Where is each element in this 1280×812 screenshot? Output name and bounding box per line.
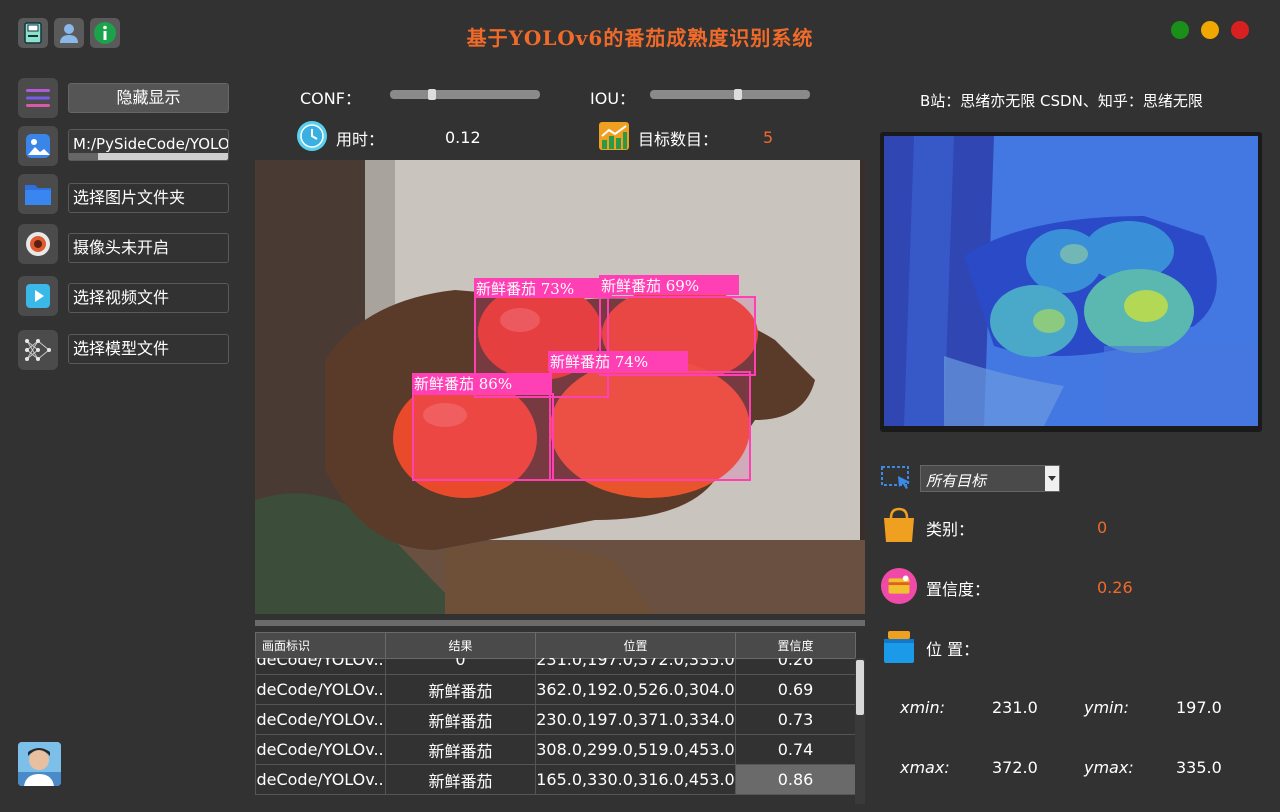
- xmax-label: xmax:: [900, 758, 950, 777]
- header-position[interactable]: 位置: [535, 632, 736, 659]
- camera-icon[interactable]: [18, 224, 58, 264]
- cell-frame-id: ideCode/YOLOv...: [255, 704, 386, 735]
- path-display: M:/PySideCode/YOLO: [68, 129, 229, 161]
- cell-frame-id: ideCode/YOLOv...: [255, 658, 386, 675]
- progress-bar: [255, 620, 865, 626]
- results-table[interactable]: 画面标识 结果 位置 置信度 ideCode/YOLOv... 0 231.0,…: [255, 632, 865, 804]
- heatmap-image[interactable]: [884, 136, 1258, 426]
- position-label: 位 置：: [926, 640, 980, 659]
- ymin-value: 197.0: [1176, 698, 1222, 717]
- ymax-value: 335.0: [1176, 758, 1222, 777]
- select-video-button[interactable]: 选择视频文件: [68, 283, 229, 313]
- cell-confidence: 0.86: [735, 764, 855, 795]
- bag-icon: [880, 506, 918, 544]
- cell-result: 0: [385, 658, 536, 675]
- table-row[interactable]: ideCode/YOLOv... 新鲜番茄 230.0,197.0,371.0,…: [255, 704, 855, 735]
- xmin-label: xmin:: [900, 698, 946, 717]
- header-confidence[interactable]: 置信度: [735, 632, 856, 659]
- table-row[interactable]: ideCode/YOLOv... 0 231.0,197.0,372.0,335…: [255, 658, 855, 675]
- detection-label: 新鲜番茄 73%: [476, 280, 575, 298]
- minimize-button[interactable]: [1201, 21, 1219, 39]
- target-dropdown[interactable]: 所有目标: [920, 465, 1060, 492]
- path-progress: [69, 153, 228, 160]
- close-button[interactable]: [1231, 21, 1249, 39]
- chart-icon: [598, 120, 630, 152]
- class-label: 类别：: [926, 520, 975, 539]
- cell-confidence: 0.73: [735, 704, 855, 735]
- detection-label: 新鲜番茄 74%: [550, 353, 649, 371]
- app-title: 基于YOLOv6的番茄成熟度识别系统: [466, 26, 814, 50]
- ymin-label: ymin:: [1084, 698, 1130, 717]
- cell-result: 新鲜番茄: [385, 704, 536, 735]
- model-icon[interactable]: [18, 330, 58, 370]
- chevron-down-icon[interactable]: [1045, 466, 1059, 491]
- time-label: 用时：: [336, 130, 385, 149]
- iou-slider-handle[interactable]: [734, 89, 742, 100]
- folder-icon[interactable]: [18, 174, 58, 214]
- cell-frame-id: ideCode/YOLOv...: [255, 674, 386, 705]
- table-row[interactable]: ideCode/YOLOv... 新鲜番茄 165.0,330.0,316.0,…: [255, 764, 855, 795]
- confidence-label: 置信度：: [926, 580, 991, 599]
- cell-confidence: 0.26: [735, 658, 855, 675]
- cell-position: 165.0,330.0,316.0,453.0: [535, 764, 736, 795]
- target-select-icon: [880, 464, 914, 492]
- select-folder-button[interactable]: 选择图片文件夹: [68, 183, 229, 213]
- cell-position: 362.0,192.0,526.0,304.0: [535, 674, 736, 705]
- xmax-value: 372.0: [992, 758, 1038, 777]
- cell-confidence: 0.74: [735, 734, 855, 765]
- cell-frame-id: ideCode/YOLOv...: [255, 764, 386, 795]
- cell-position: 230.0,197.0,371.0,334.0: [535, 704, 736, 735]
- detection-label: 新鲜番茄 69%: [601, 277, 700, 295]
- target-dropdown-value: 所有目标: [926, 472, 987, 490]
- select-model-button[interactable]: 选择模型文件: [68, 334, 229, 364]
- confidence-icon: [880, 567, 918, 605]
- detection-label: 新鲜番茄 86%: [414, 375, 513, 393]
- credit-text: B站：思绪亦无限 CSDN、知乎：思绪无限: [920, 92, 1203, 110]
- heatmap-frame: [880, 132, 1262, 432]
- count-label: 目标数目：: [638, 130, 719, 149]
- count-value: 5: [763, 128, 774, 147]
- table-header: 画面标识 结果 位置 置信度: [255, 632, 856, 659]
- iou-label: IOU：: [590, 89, 636, 108]
- image-icon[interactable]: [18, 126, 58, 166]
- iou-slider[interactable]: [650, 89, 810, 100]
- cell-confidence: 0.69: [735, 674, 855, 705]
- cell-position: 308.0,299.0,519.0,453.0: [535, 734, 736, 765]
- conf-slider-handle[interactable]: [428, 89, 436, 100]
- cell-result: 新鲜番茄: [385, 764, 536, 795]
- cell-frame-id: ideCode/YOLOv...: [255, 734, 386, 765]
- confidence-value: 0.26: [1097, 578, 1133, 597]
- table-row[interactable]: ideCode/YOLOv... 新鲜番茄 362.0,192.0,526.0,…: [255, 674, 855, 705]
- cell-position: 231.0,197.0,372.0,335.0: [535, 658, 736, 675]
- menu-icon[interactable]: [18, 78, 58, 118]
- maximize-button[interactable]: [1171, 21, 1189, 39]
- clock-icon: [296, 120, 328, 152]
- position-icon: [880, 628, 918, 666]
- detection-image[interactable]: 新鲜番茄 73% 新鲜番茄 69% 新鲜番茄 74% 新鲜番茄 86%: [255, 160, 865, 614]
- toggle-display-button[interactable]: 隐藏显示: [68, 83, 229, 113]
- table-scrollbar[interactable]: [855, 658, 865, 804]
- cell-result: 新鲜番茄: [385, 674, 536, 705]
- cell-result: 新鲜番茄: [385, 734, 536, 765]
- conf-label: CONF：: [300, 89, 361, 108]
- video-icon[interactable]: [18, 276, 58, 316]
- header-result[interactable]: 结果: [385, 632, 536, 659]
- conf-slider[interactable]: [390, 89, 540, 100]
- avatar[interactable]: [18, 742, 61, 786]
- table-row[interactable]: ideCode/YOLOv... 新鲜番茄 308.0,299.0,519.0,…: [255, 734, 855, 765]
- camera-button[interactable]: 摄像头未开启: [68, 233, 229, 263]
- xmin-value: 231.0: [992, 698, 1038, 717]
- class-value: 0: [1097, 518, 1108, 537]
- ymax-label: ymax:: [1084, 758, 1134, 777]
- time-value: 0.12: [445, 128, 481, 147]
- path-text: M:/PySideCode/YOLO: [73, 135, 229, 153]
- header-frame-id[interactable]: 画面标识: [255, 632, 386, 659]
